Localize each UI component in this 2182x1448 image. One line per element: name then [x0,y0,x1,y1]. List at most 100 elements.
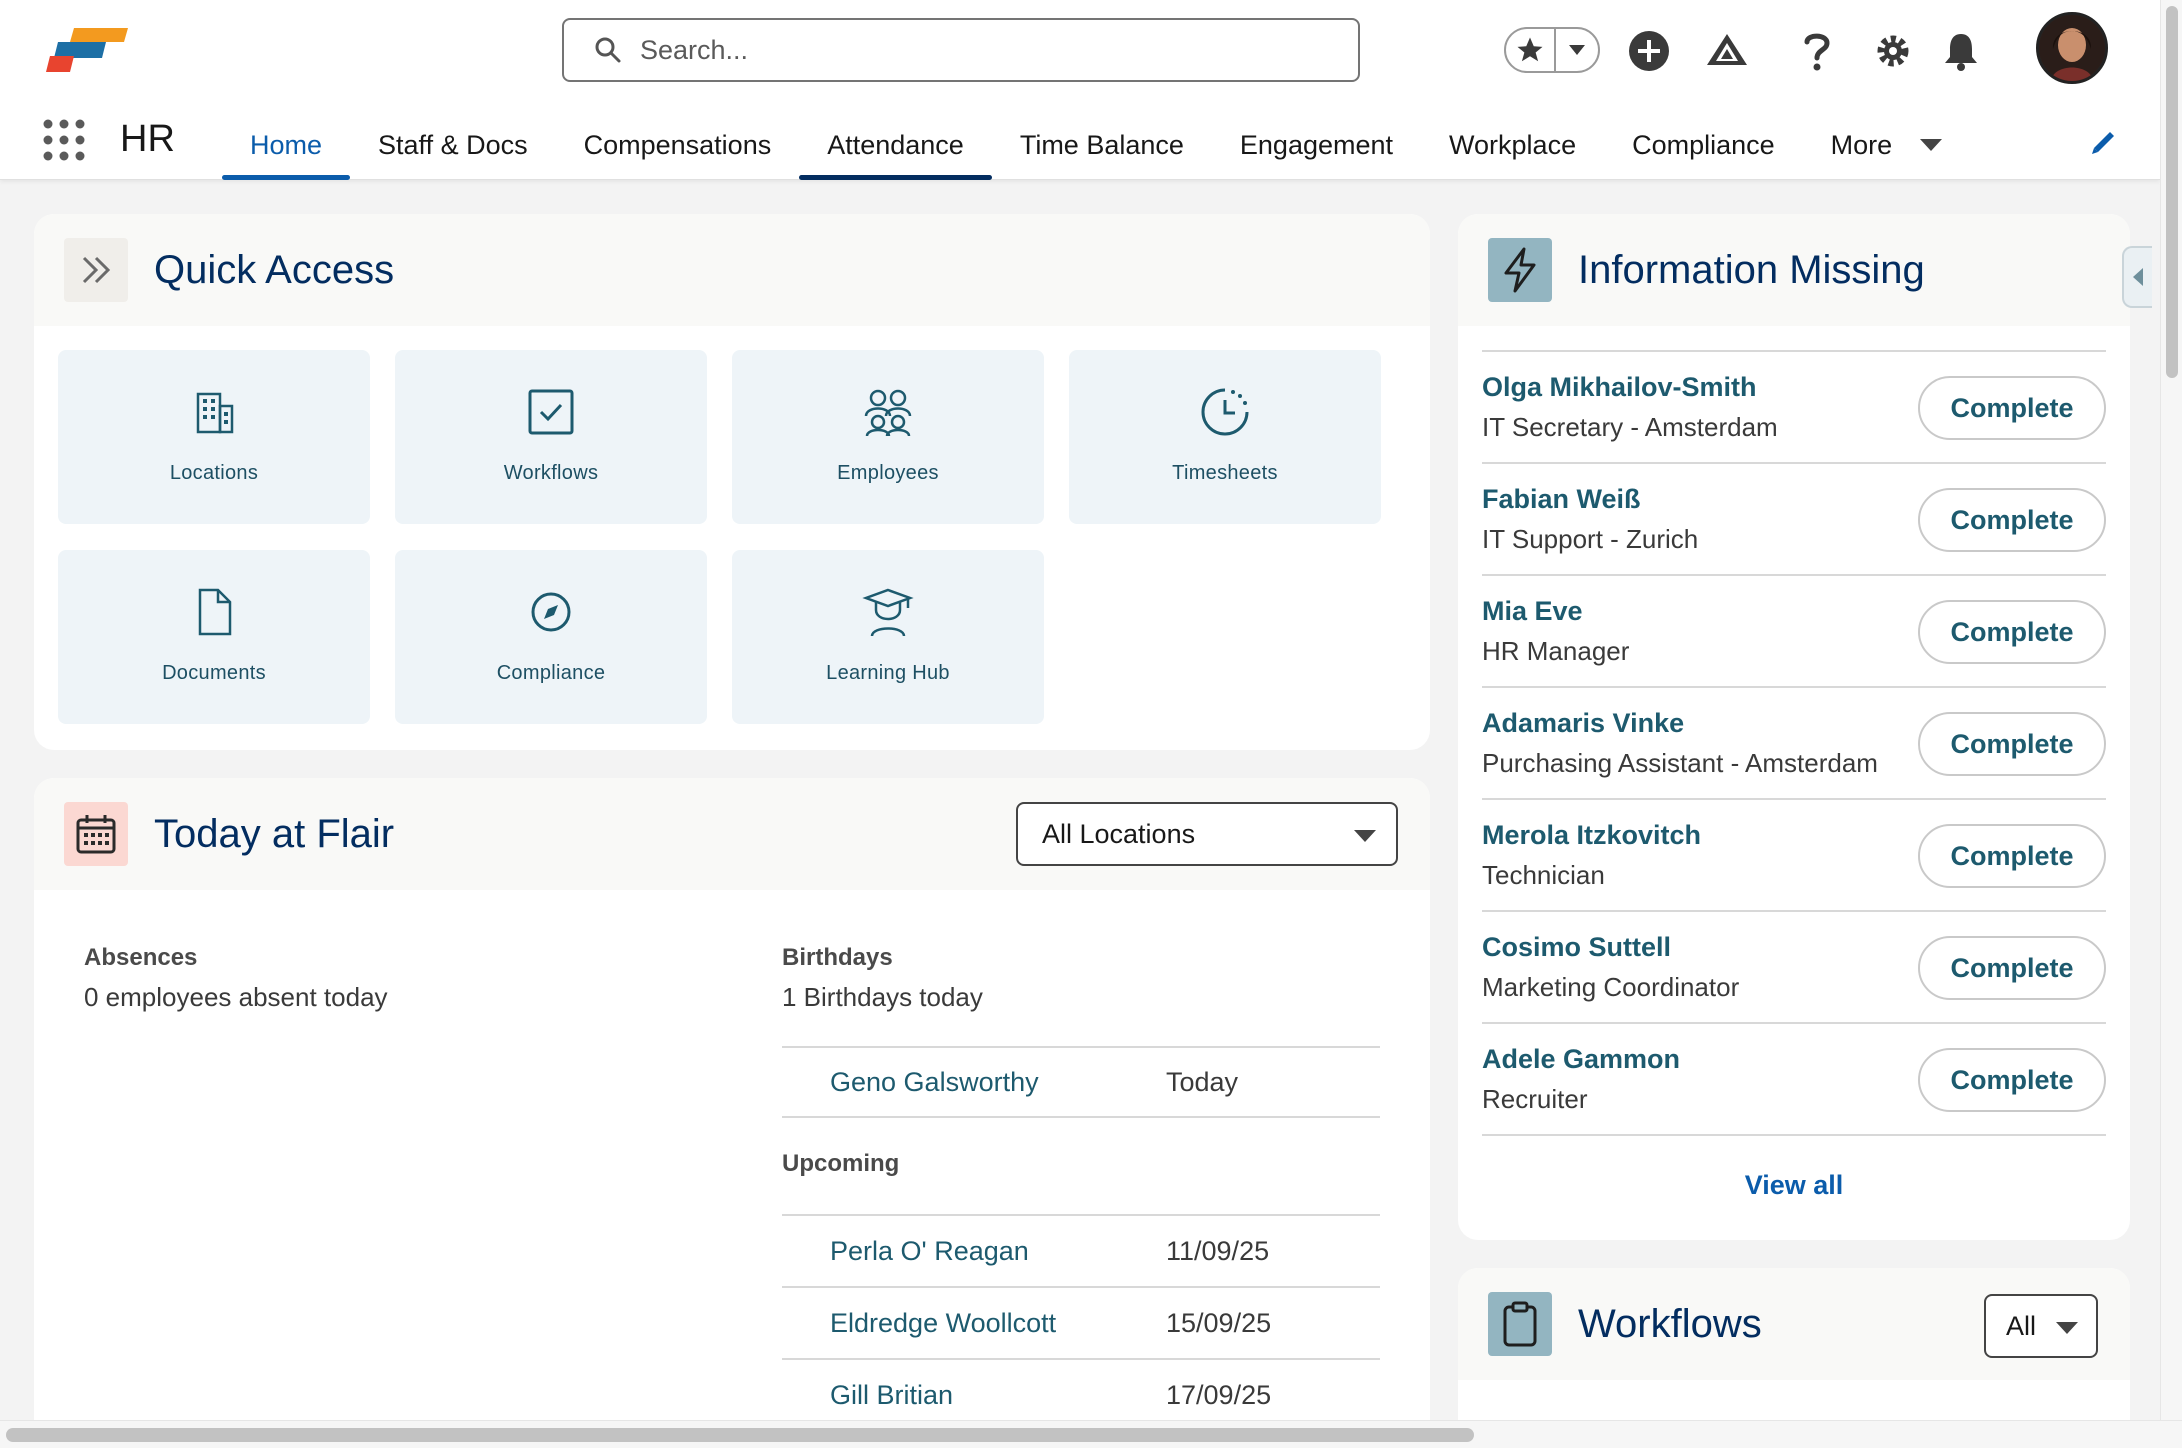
trailhead-icon [1707,34,1747,65]
person-link[interactable]: Olga Mikhailov-Smith [1482,372,1757,403]
calendar-icon [64,802,128,866]
tab-more[interactable]: More [1803,110,1971,180]
tab-compensations[interactable]: Compensations [556,110,800,180]
tab-compliance[interactable]: Compliance [1604,110,1803,180]
favorites-list-button[interactable] [1556,29,1598,71]
tab-time-balance[interactable]: Time Balance [992,110,1212,180]
complete-button[interactable]: Complete [1918,712,2106,776]
chevron-down-icon [1354,830,1376,842]
vertical-scroll-thumb[interactable] [2166,6,2178,378]
person-link[interactable]: Adele Gammon [1482,1044,1680,1075]
birthday-date: Today [1166,1066,1239,1097]
information-missing-card: Information Missing Olga Mikhailov-Smith… [1458,214,2130,1240]
upcoming-birthdays-list: Perla O' Reagan 11/09/25 Eldredge Woollc… [782,1214,1380,1430]
info-missing-list: Olga Mikhailov-Smith IT Secretary - Amst… [1482,350,2106,1136]
list-item: Adele Gammon Recruiter Complete [1482,1024,2106,1136]
search-input[interactable] [640,34,1320,66]
tile-workflows[interactable]: Workflows [395,350,707,524]
location-filter-select[interactable]: All Locations [1016,802,1398,866]
bell-icon [1945,34,1977,71]
view-all-link[interactable]: View all [1458,1170,2130,1201]
person-link[interactable]: Cosimo Suttell [1482,932,1671,963]
person-role: HR Manager [1482,636,1630,666]
complete-button[interactable]: Complete [1918,824,2106,888]
list-item: Adamaris Vinke Purchasing Assistant - Am… [1482,688,2106,800]
building-icon [196,392,234,434]
list-item: Perla O' Reagan 11/09/25 [782,1214,1380,1286]
tile-employees[interactable]: Employees [732,350,1044,524]
tab-engagement[interactable]: Engagement [1212,110,1421,180]
user-avatar[interactable] [2036,12,2108,84]
double-chevron-right-icon [64,238,128,302]
birthday-date: 17/09/25 [1166,1379,1272,1410]
nav-tabs: Home Staff & Docs Compensations Attendan… [222,110,1970,180]
guidance-center-button[interactable] [1704,28,1750,74]
horizontal-scrollbar[interactable] [0,1420,2182,1448]
person-link[interactable]: Merola Itzkovitch [1482,820,1701,851]
gear-icon [1877,35,1909,67]
birthdays-count: 1 Birthdays today [782,982,983,1012]
edit-nav-pencil-icon[interactable] [2088,126,2120,158]
absences-label: Absences [84,944,198,971]
tab-workplace[interactable]: Workplace [1421,110,1604,180]
upcoming-label: Upcoming [782,1150,900,1177]
tile-documents[interactable]: Documents [58,550,370,724]
app-navigation: HR Home Staff & Docs Compensations Atten… [0,110,2160,180]
search-icon [595,37,621,63]
tile-learning-hub[interactable]: Learning Hub [732,550,1044,724]
side-panel-toggle[interactable] [2122,246,2152,308]
person-role: Technician [1482,860,1605,890]
person-link[interactable]: Adamaris Vinke [1482,708,1684,739]
vertical-scrollbar[interactable] [2160,0,2182,1420]
compass-icon [531,592,571,632]
workflows-filter-select[interactable]: All [1984,1294,2098,1358]
global-actions-button[interactable] [1626,28,1672,74]
clock-icon [1201,388,1249,436]
quick-access-header: Quick Access [34,214,1430,326]
birthday-person-link[interactable]: Gill Britian [830,1380,1166,1411]
horizontal-scroll-thumb[interactable] [6,1428,1474,1442]
birthday-person-link[interactable]: Perla O' Reagan [830,1236,1166,1267]
person-link[interactable]: Fabian Weiß [1482,484,1641,515]
add-icon [1629,31,1669,71]
tab-home[interactable]: Home [222,110,351,180]
birthday-person-link[interactable]: Geno Galsworthy [830,1067,1166,1098]
person-role: Recruiter [1482,1084,1588,1114]
tile-locations[interactable]: Locations [58,350,370,524]
complete-button[interactable]: Complete [1918,376,2106,440]
complete-button[interactable]: Complete [1918,1048,2106,1112]
help-button[interactable] [1794,28,1840,74]
tab-attendance[interactable]: Attendance [799,110,992,180]
tile-compliance[interactable]: Compliance [395,550,707,724]
app-launcher-icon[interactable] [42,118,86,162]
today-at-flair-card: Today at Flair All Locations Absences 0 … [34,778,1430,1448]
setup-button[interactable] [1870,28,1916,74]
lightning-icon [1488,238,1552,302]
list-item: Mia Eve HR Manager Complete [1482,576,2106,688]
quick-access-title: Quick Access [154,247,395,292]
tab-staff-docs[interactable]: Staff & Docs [350,110,556,180]
list-item: Merola Itzkovitch Technician Complete [1482,800,2106,912]
app-logo[interactable] [44,22,134,78]
chevron-down-icon [2056,1322,2078,1334]
app-name: HR [120,118,175,160]
clipboard-icon [1488,1292,1552,1356]
tile-timesheets[interactable]: Timesheets [1069,350,1381,524]
quick-access-grid: Locations Workflows Employees Timesheets… [58,350,1381,724]
document-icon [198,588,232,636]
favorites-button[interactable] [1506,29,1556,71]
person-link[interactable]: Mia Eve [1482,596,1583,627]
birthday-person-link[interactable]: Eldredge Woollcott [830,1308,1166,1339]
list-item: Olga Mikhailov-Smith IT Secretary - Amst… [1482,352,2106,464]
person-role: IT Secretary - Amsterdam [1482,412,1778,442]
global-search[interactable] [562,18,1360,82]
complete-button[interactable]: Complete [1918,936,2106,1000]
global-header: HR Home Staff & Docs Compensations Atten… [0,0,2160,180]
people-icon [864,389,912,437]
list-item: Cosimo Suttell Marketing Coordinator Com… [1482,912,2106,1024]
complete-button[interactable]: Complete [1918,488,2106,552]
checkbox-icon [528,389,574,435]
workflows-title: Workflows [1578,1301,1762,1346]
notifications-button[interactable] [1938,28,1984,74]
complete-button[interactable]: Complete [1918,600,2106,664]
